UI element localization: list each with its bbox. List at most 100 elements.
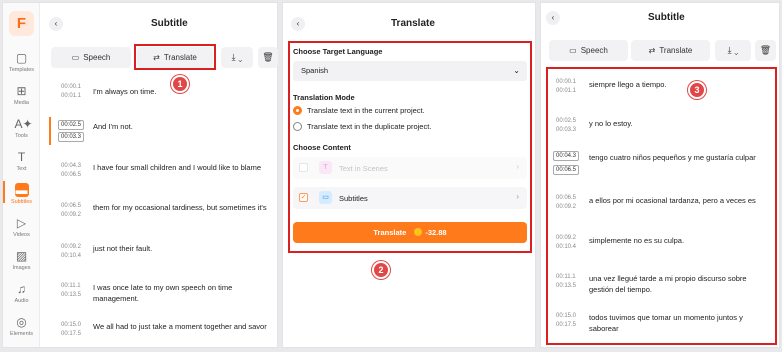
start-time[interactable]: 00:15.0 (556, 312, 576, 321)
subtitle-text[interactable]: tengo cuatro niños pequeños y me gustarí… (589, 152, 771, 163)
sidebar-item-media[interactable]: ⊞ Media (3, 84, 40, 106)
audio-icon: ♫ (17, 282, 26, 296)
subtitle-text[interactable]: todos tuvimos que tomar un momento junto… (589, 312, 771, 334)
start-time[interactable]: 00:02.5 (556, 117, 576, 126)
subtitle-text[interactable]: just not their fault. (93, 243, 268, 254)
subtitles-icon: ▬ (14, 183, 29, 197)
chevron-left-icon: ‹ (551, 13, 555, 22)
subtitles-checkbox[interactable]: ✓ (299, 193, 308, 202)
sidebar-item-videos[interactable]: ▷ Videos (3, 216, 40, 238)
chevron-left-icon: ‹ (296, 19, 300, 28)
translate-button-label: Translate (373, 228, 407, 237)
subtitle-text[interactable]: And I'm not. (93, 121, 273, 132)
start-time[interactable]: 00:09.2 (61, 243, 81, 252)
sidebar-item-subtitles[interactable]: ▬ Subtitles (3, 183, 40, 205)
speech-tab[interactable]: ▭ Speech (549, 40, 628, 61)
end-time[interactable]: 00:09.2 (61, 211, 81, 220)
images-icon: ▨ (15, 249, 28, 263)
chevron-left-icon: ‹ (54, 19, 58, 28)
delete-button[interactable]: 🗑 (258, 47, 278, 68)
page-title: Translate (391, 18, 435, 29)
end-time[interactable]: 00:10.4 (61, 252, 81, 261)
delete-button[interactable]: 🗑 (755, 40, 776, 61)
highlight-translate-tab (134, 44, 216, 70)
download-button[interactable]: ⤓ ⌄ (715, 40, 751, 61)
sidebar-item-elements[interactable]: ◎ Elements (3, 315, 40, 337)
credit-cost: -32.88 (425, 228, 447, 237)
step-callout-2: 2 (372, 261, 390, 279)
subtitle-text[interactable]: siempre llego a tiempo. (589, 79, 767, 90)
start-time[interactable]: 00:11.1 (556, 273, 576, 282)
start-time[interactable]: 00:04.3 (553, 151, 580, 161)
sidebar-item-templates[interactable]: ▢ Templates (3, 51, 40, 73)
sidebar-item-tools[interactable]: A✦ Tools (3, 117, 40, 139)
end-time[interactable]: 00:09.2 (556, 203, 576, 212)
content-subtitles[interactable]: ✓ ▭ Subtitles › (293, 187, 527, 209)
subtitle-text[interactable]: simplemente no es su culpa. (589, 235, 767, 246)
subtitles-label: Subtitles (339, 194, 368, 203)
chevron-right-icon: › (516, 192, 519, 201)
trash-icon: 🗑 (262, 52, 274, 62)
end-time[interactable]: 00:01.1 (61, 92, 81, 101)
start-time[interactable]: 00:06.5 (61, 202, 81, 211)
end-time[interactable]: 00:10.4 (556, 243, 576, 252)
speech-tab[interactable]: ▭ Speech (51, 47, 131, 68)
back-button[interactable]: ‹ (546, 11, 560, 25)
subtitle-text[interactable]: una vez llegué tarde a mi propio discurs… (589, 273, 771, 295)
end-time[interactable]: 00:17.5 (61, 330, 81, 339)
content-text-in-scenes[interactable]: T Text in Scenes › (293, 157, 527, 179)
subtitle-text[interactable]: y no lo estoy. (589, 118, 767, 129)
subtitle-text[interactable]: We all had to just take a moment togethe… (93, 321, 268, 332)
text-icon: T (17, 150, 26, 164)
start-time[interactable]: 00:09.2 (556, 234, 576, 243)
sidebar-item-images[interactable]: ▨ Images (3, 249, 40, 271)
radio-duplicate-project[interactable] (293, 122, 302, 131)
end-time[interactable]: 00:01.1 (556, 87, 576, 96)
chevron-right-icon: › (516, 162, 519, 171)
subtitles-icon: ▭ (319, 191, 332, 204)
translate-button[interactable]: Translate -32.88 (293, 222, 527, 243)
text-scenes-icon: T (319, 161, 332, 174)
end-time[interactable]: 00:06.5 (61, 171, 81, 180)
subtitle-text[interactable]: a ellos por mi ocasional tardanza, pero … (589, 195, 771, 206)
target-language-select[interactable]: Spanish ⌄ (293, 61, 527, 81)
translate-tab[interactable]: ⇄ Translate (631, 40, 710, 61)
sidebar-item-text[interactable]: T Text (3, 150, 40, 172)
end-time[interactable]: 00:13.5 (61, 291, 81, 300)
end-time[interactable]: 00:17.5 (556, 321, 576, 330)
start-time[interactable]: 00:02.5 (58, 120, 85, 130)
end-time[interactable]: 00:13.5 (556, 282, 576, 291)
selected-row-indicator (49, 117, 51, 145)
end-time[interactable]: 00:06.5 (553, 165, 580, 175)
start-time[interactable]: 00:15.0 (61, 321, 81, 330)
subtitle-text[interactable]: I have four small children and I would l… (93, 162, 268, 173)
download-button[interactable]: ⤓ ⌄ (221, 47, 253, 68)
trash-icon: 🗑 (759, 45, 772, 55)
radio-current-project-label[interactable]: Translate text in the current project. (307, 106, 425, 115)
start-time[interactable]: 00:04.3 (61, 162, 81, 171)
target-language-label: Choose Target Language (293, 47, 383, 56)
media-icon: ⊞ (16, 84, 27, 98)
translation-mode-label: Translation Mode (293, 93, 355, 102)
radio-duplicate-project-label[interactable]: Translate text in the duplicate project. (307, 122, 431, 131)
coin-icon (414, 228, 423, 236)
radio-current-project[interactable] (293, 106, 302, 115)
back-button[interactable]: ‹ (49, 17, 63, 31)
choose-content-label: Choose Content (293, 143, 351, 152)
start-time[interactable]: 00:00.1 (556, 78, 576, 87)
subtitle-text[interactable]: I was once late to my own speech on time… (93, 282, 268, 304)
end-time[interactable]: 00:03.3 (556, 126, 576, 135)
template-icon: ▢ (15, 51, 28, 65)
subtitle-text[interactable]: them for my occasional tardiness, but so… (93, 202, 268, 213)
target-language-value: Spanish (301, 66, 329, 75)
start-time[interactable]: 00:06.5 (556, 194, 576, 203)
start-time[interactable]: 00:00.1 (61, 83, 81, 92)
speech-icon: ▭ (569, 46, 577, 55)
sidebar-item-audio[interactable]: ♫ Audio (3, 282, 40, 304)
download-icon: ⤓ ⌄ (231, 52, 243, 62)
text-in-scenes-checkbox[interactable] (299, 163, 308, 172)
subtitle-text[interactable]: I'm always on time. (93, 86, 273, 97)
start-time[interactable]: 00:11.1 (61, 282, 81, 291)
back-button[interactable]: ‹ (291, 17, 305, 31)
end-time[interactable]: 00:03.3 (58, 132, 85, 142)
